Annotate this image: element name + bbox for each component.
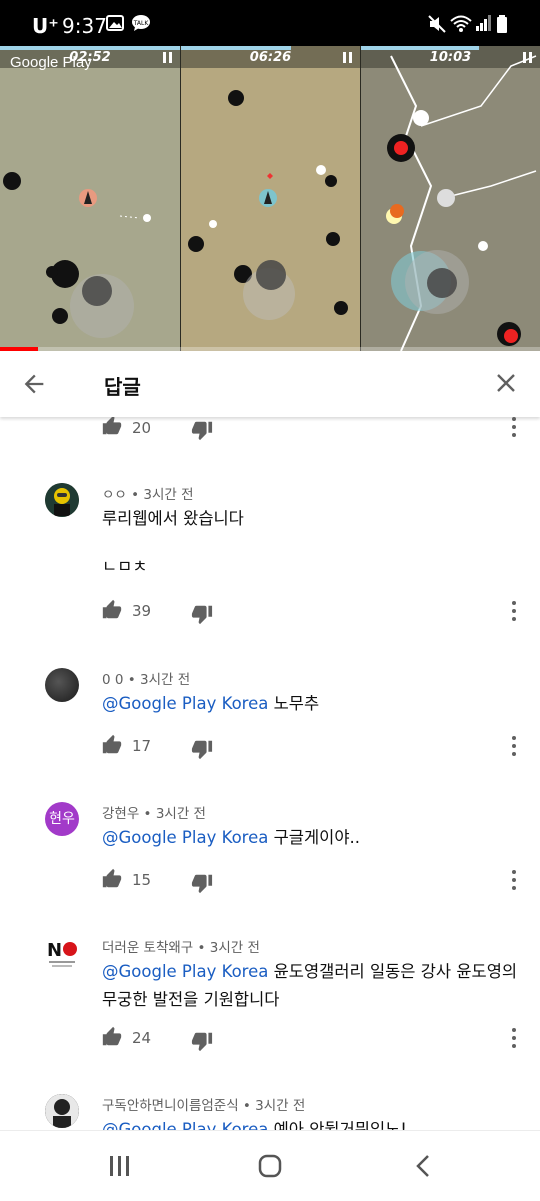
video-panel: 06:26 (181, 46, 360, 351)
comment-text: @Google Play Korea 윤도영갤러리 일동은 강사 윤도영의 무궁한… (102, 962, 518, 1009)
thumbs-down-icon[interactable] (191, 1030, 213, 1052)
replies-list[interactable]: 20 ㅇㅇ • 3시간 전 루리웹에서 왔습니다 ㄴㅁㅊ 39 0 0 • 3시… (0, 417, 540, 1130)
comment-meta: 더러운 토착왜구 • 3시간 전 (102, 940, 260, 956)
comment-text: @Google Play Korea 구글게이야.. (102, 828, 361, 847)
comment-meta: 0 0 • 3시간 전 (102, 672, 191, 688)
thumbs-down-icon[interactable] (191, 603, 213, 625)
signal-icon (476, 15, 491, 31)
like-count: 24 (132, 1029, 152, 1047)
carrier-label: U⁺ (32, 14, 59, 38)
comment-actions: 20 (0, 417, 540, 447)
status-bar: U⁺ 9:37 TALK (0, 0, 540, 46)
comment-text: @Google Play Korea 예아 안뒬거뭐있노! (102, 1116, 522, 1130)
like-count: 17 (132, 737, 152, 755)
comment-meta: 구독안하면니이름엄준식 • 3시간 전 (102, 1098, 306, 1114)
mute-icon (428, 15, 446, 33)
comment-actions: 24 (0, 1026, 540, 1056)
thumbs-up-icon[interactable] (101, 868, 123, 890)
comment-time: 3시간 전 (155, 806, 206, 822)
thumbs-down-icon[interactable] (191, 872, 213, 894)
home-icon[interactable] (258, 1154, 284, 1180)
like-count: 15 (132, 871, 152, 889)
thumbs-down-icon[interactable] (191, 738, 213, 760)
page-title: 답글 (104, 375, 141, 399)
video-panel: 02:52 (0, 46, 180, 351)
talk-icon: TALK (132, 15, 150, 31)
joystick-icon (256, 260, 286, 290)
system-nav-bar (0, 1130, 540, 1201)
wifi-icon (450, 15, 472, 32)
comment-author[interactable]: 0 0 (102, 672, 123, 688)
avatar[interactable]: 현우 (45, 802, 79, 836)
comment-meta: 강현우 • 3시간 전 (102, 806, 206, 822)
mention-link[interactable]: @Google Play Korea (102, 1120, 268, 1130)
game-scene (188, 90, 348, 320)
mention-link[interactable]: @Google Play Korea (102, 694, 268, 713)
more-options-icon[interactable] (506, 1026, 522, 1050)
comment-item: 구독안하면니이름엄준식 • 3시간 전 @Google Play Korea 예… (0, 1094, 540, 1130)
svg-text:TALK: TALK (133, 20, 150, 27)
thumbs-up-icon[interactable] (101, 1026, 123, 1048)
more-options-icon[interactable] (506, 734, 522, 758)
comment-author[interactable]: ㅇㅇ (102, 487, 127, 503)
more-options-icon[interactable] (506, 417, 522, 439)
avatar[interactable] (45, 1094, 79, 1128)
back-icon[interactable] (413, 1154, 433, 1178)
comment-text: @Google Play Korea 노무추 (102, 694, 320, 713)
gallery-icon (106, 15, 124, 31)
video-panel: 10:03 (361, 46, 540, 351)
recent-apps-icon[interactable] (108, 1155, 132, 1177)
comment-author[interactable]: 강현우 (102, 806, 139, 822)
avatar[interactable] (45, 483, 79, 517)
comment-author[interactable]: 구독안하면니이름엄준식 (102, 1098, 239, 1114)
mention-link[interactable]: @Google Play Korea (102, 962, 268, 981)
like-count: 20 (132, 419, 152, 437)
back-arrow-icon[interactable] (20, 370, 48, 398)
thumbs-down-icon[interactable] (191, 419, 213, 441)
svg-text:N: N (47, 940, 62, 961)
comment-time: 3시간 전 (209, 940, 260, 956)
video-player[interactable]: 02:52 06:26 10:03 Google Play (0, 46, 540, 351)
avatar[interactable] (45, 668, 79, 702)
clock: 9:37 (62, 14, 107, 38)
avatar[interactable]: N (45, 936, 79, 970)
thumbs-up-icon[interactable] (101, 599, 123, 621)
thumbs-up-icon[interactable] (101, 734, 123, 756)
comment-time: 3시간 전 (143, 487, 194, 503)
more-options-icon[interactable] (506, 599, 522, 623)
comment-time: 3시간 전 (140, 672, 191, 688)
comment-text: 루리웹에서 왔습니다 ㄴㅁㅊ (102, 509, 244, 576)
close-icon[interactable] (494, 371, 518, 395)
replies-header: 답글 (0, 351, 540, 417)
comment-time: 3시간 전 (255, 1098, 306, 1114)
more-options-icon[interactable] (506, 868, 522, 892)
video-watermark: Google Play (10, 54, 92, 71)
like-count: 39 (132, 602, 152, 620)
comment-actions: 17 (0, 734, 540, 764)
comment-actions: 15 (0, 868, 540, 898)
battery-icon (497, 15, 507, 33)
comment-author[interactable]: 더러운 토착왜구 (102, 940, 193, 956)
comment-actions: 39 (0, 599, 540, 629)
mention-link[interactable]: @Google Play Korea (102, 828, 268, 847)
thumbs-up-icon[interactable] (101, 417, 123, 437)
comment-meta: ㅇㅇ • 3시간 전 (102, 487, 194, 503)
